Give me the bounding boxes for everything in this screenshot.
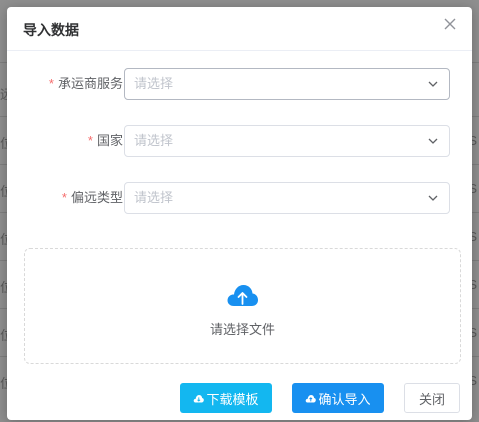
close-icon[interactable]	[442, 16, 458, 32]
form-item-country: * 国家 请选择	[7, 125, 472, 157]
dialog-header-divider	[7, 50, 472, 51]
download-template-label: 下载模板	[206, 391, 259, 407]
carrier-service-label: * 承运商服务	[49, 68, 123, 100]
confirm-import-button[interactable]: 确认导入	[292, 383, 384, 413]
dialog-title: 导入数据	[23, 22, 79, 38]
confirm-import-label: 确认导入	[318, 391, 371, 407]
form-item-carrier-service: * 承运商服务 请选择	[7, 68, 472, 100]
carrier-service-select[interactable]: 请选择	[124, 68, 450, 100]
form-item-remote-type: * 偏远类型 请选择	[7, 182, 472, 214]
download-template-button[interactable]: 下载模板	[180, 383, 272, 413]
remote-type-label-text: 偏远类型	[70, 190, 123, 205]
import-data-dialog: 导入数据 * 承运商服务 请选择 * 国家 请选择 * 偏远类型 请选择 请选择…	[7, 7, 472, 420]
carrier-service-label-text: 承运商服务	[57, 76, 123, 91]
required-mark: *	[48, 76, 54, 91]
country-label-text: 国家	[96, 133, 123, 148]
select-placeholder: 请选择	[134, 190, 174, 205]
cloud-upload-icon	[306, 394, 317, 402]
upload-prompt: 请选择文件	[209, 322, 275, 337]
cloud-upload-icon	[227, 285, 258, 306]
chevron-down-icon	[428, 138, 438, 144]
remote-type-label: * 偏远类型	[62, 182, 123, 214]
cloud-download-icon	[194, 394, 205, 402]
select-placeholder: 请选择	[134, 76, 174, 91]
close-button[interactable]: 关闭	[404, 383, 460, 413]
file-upload-dropzone[interactable]: 请选择文件	[24, 248, 461, 364]
select-placeholder: 请选择	[134, 133, 174, 148]
required-mark: *	[87, 133, 93, 148]
remote-type-select[interactable]: 请选择	[124, 182, 450, 214]
chevron-down-icon	[428, 195, 438, 201]
required-mark: *	[61, 190, 67, 205]
country-select[interactable]: 请选择	[124, 125, 450, 157]
country-label: * 国家	[88, 125, 123, 157]
chevron-down-icon	[428, 81, 438, 87]
